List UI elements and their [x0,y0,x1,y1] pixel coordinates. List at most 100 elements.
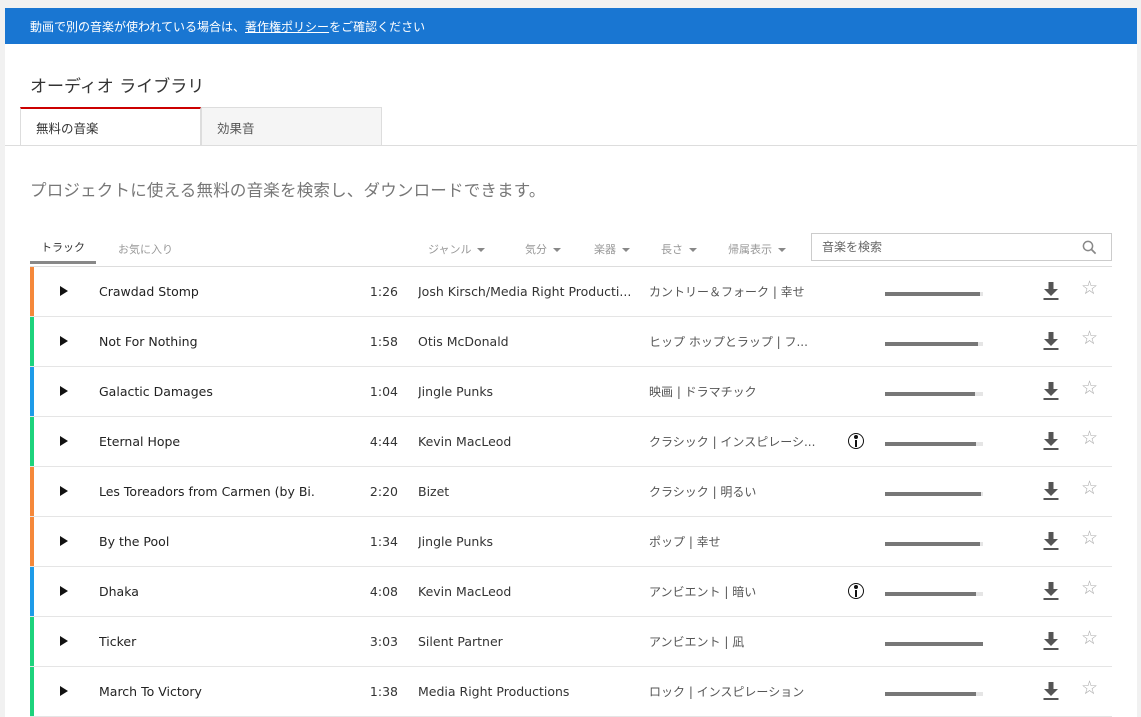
page-title: オーディオ ライブラリ [30,77,205,97]
track-duration: 4:08 [369,584,398,599]
duration-dropdown-label: 長さ [661,243,683,256]
track-progress-fill [885,592,977,596]
favorite-star-icon[interactable]: ☆ [1081,328,1098,348]
track-progress-bar[interactable] [885,392,983,396]
mood-dropdown[interactable]: 気分 [525,241,561,257]
track-duration: 3:03 [369,634,398,649]
track-row[interactable]: Dhaka 4:08 Kevin MacLeod アンビエント | 暗い ☆ [30,567,1112,617]
track-duration: 1:38 [369,684,398,699]
attribution-dropdown[interactable]: 帰属表示 [728,241,786,257]
track-progress-bar[interactable] [885,642,983,646]
track-artist: Jingle Punks [418,384,494,399]
duration-dropdown[interactable]: 長さ [661,241,697,257]
track-row[interactable]: Galactic Damages 1:04 Jingle Punks 映画 | … [30,367,1112,417]
genre-dropdown[interactable]: ジャンル [428,241,486,257]
page-subtitle: プロジェクトに使える無料の音楽を検索し、ダウンロードできます。 [30,181,546,200]
download-icon[interactable] [1043,581,1059,601]
music-search-input[interactable] [812,240,1072,254]
download-icon[interactable] [1043,281,1059,301]
tab-sound-effects[interactable]: 効果音 [201,107,382,146]
favorite-star-icon[interactable]: ☆ [1081,378,1098,398]
download-icon[interactable] [1043,531,1059,551]
chevron-down-icon [622,248,630,252]
track-row[interactable]: Not For Nothing 1:58 Otis McDonald ヒップ ホ… [30,317,1112,367]
track-artist: Kevin MacLeod [418,584,512,599]
track-duration: 4:44 [369,434,398,449]
copyright-policy-link[interactable]: 著作権ポリシー [245,18,329,35]
track-row[interactable]: Les Toreadors from Carmen (by Bi... 2:20… [30,467,1112,517]
track-duration: 1:34 [369,534,398,549]
track-genre-mood: ロック | インスピレーション [649,685,805,699]
track-row[interactable]: Eternal Hope 4:44 Kevin MacLeod クラシック | … [30,417,1112,467]
track-title: Dhaka [99,584,139,599]
attribution-required-icon[interactable] [848,583,864,599]
download-icon[interactable] [1043,431,1059,451]
download-icon[interactable] [1043,681,1059,701]
track-row[interactable]: By the Pool 1:34 Jingle Punks ポップ | 幸せ ☆ [30,517,1112,567]
banner-text-prefix: 動画で別の音楽が使われている場合は、 [30,19,246,34]
favorite-star-icon[interactable]: ☆ [1081,628,1098,648]
genre-color-stripe [30,567,34,616]
play-icon[interactable] [60,636,68,646]
track-progress-bar[interactable] [885,542,983,546]
favorite-star-icon[interactable]: ☆ [1081,578,1098,598]
play-icon[interactable] [60,336,68,346]
genre-color-stripe [30,317,34,366]
download-icon[interactable] [1043,631,1059,651]
track-artist: Bizet [418,484,450,499]
search-icon[interactable] [1082,240,1097,259]
favorite-star-icon[interactable]: ☆ [1081,428,1098,448]
download-icon[interactable] [1043,381,1059,401]
copyright-banner: 動画で別の音楽が使われている場合は、 著作権ポリシー をご確認ください [5,8,1137,44]
download-icon[interactable] [1043,331,1059,351]
track-progress-bar[interactable] [885,692,983,696]
track-duration: 1:04 [369,384,398,399]
track-artist: Kevin MacLeod [418,434,512,449]
track-progress-fill [885,342,979,346]
track-title: Eternal Hope [99,434,181,449]
track-artist: Jingle Punks [418,534,494,549]
favorite-star-icon[interactable]: ☆ [1081,478,1098,498]
play-icon[interactable] [60,536,68,546]
play-icon[interactable] [60,436,68,446]
track-genre-mood: ポップ | 幸せ [649,535,721,549]
tab-free-music[interactable]: 無料の音楽 [20,107,201,146]
play-icon[interactable] [60,386,68,396]
track-genre-mood: ヒップ ホップとラップ | フ... [649,335,808,349]
track-duration: 1:58 [369,334,398,349]
chevron-down-icon [778,248,786,252]
track-progress-bar[interactable] [885,442,983,446]
track-duration: 2:20 [369,484,398,499]
play-icon[interactable] [60,486,68,496]
track-row[interactable]: Crawdad Stomp 1:26 Josh Kirsch/Media Rig… [30,267,1112,317]
chevron-down-icon [477,248,486,252]
track-progress-fill [885,492,982,496]
track-progress-bar[interactable] [885,592,983,596]
favorite-star-icon[interactable]: ☆ [1081,528,1098,548]
play-icon[interactable] [60,586,68,596]
favorite-star-icon[interactable]: ☆ [1081,678,1098,698]
genre-color-stripe [30,617,34,666]
track-artist: Otis McDonald [418,334,509,349]
track-progress-bar[interactable] [885,492,983,496]
track-artist: Josh Kirsch/Media Right Producti... [418,284,632,299]
instrument-dropdown-label: 楽器 [594,243,616,256]
track-progress-bar[interactable] [885,342,983,346]
track-row[interactable]: March To Victory 1:38 Media Right Produc… [30,667,1112,717]
track-progress-fill [885,692,977,696]
chevron-down-icon [689,248,697,252]
track-title: By the Pool [99,534,170,549]
attribution-required-icon[interactable] [848,433,864,449]
play-icon[interactable] [60,286,68,296]
play-icon[interactable] [60,686,68,696]
music-search-box [811,233,1112,261]
tab-tracks[interactable]: トラック [30,233,96,264]
genre-dropdown-label: ジャンル [428,243,472,256]
banner-text-suffix: をご確認ください [329,19,426,34]
instrument-dropdown[interactable]: 楽器 [594,241,630,257]
track-row[interactable]: Ticker 3:03 Silent Partner アンビエント | 凪 ☆ [30,617,1112,667]
tab-favorites[interactable]: お気に入り [118,233,173,264]
favorite-star-icon[interactable]: ☆ [1081,278,1098,298]
download-icon[interactable] [1043,481,1059,501]
track-progress-bar[interactable] [885,292,983,296]
